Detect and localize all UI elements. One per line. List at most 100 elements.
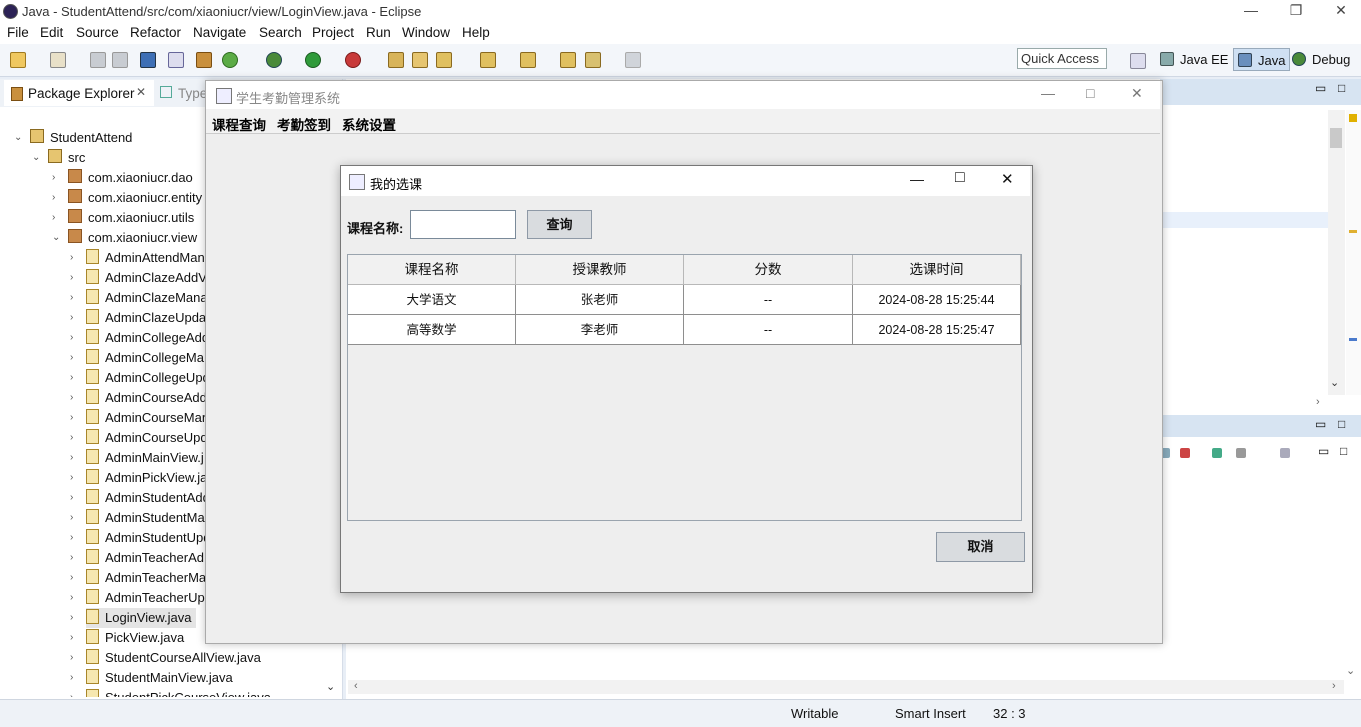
chevron-right-icon[interactable]: › [52,188,55,208]
chevron-down-icon[interactable]: ⌄ [14,128,22,148]
scroll-down-icon[interactable]: ⌄ [1330,376,1339,389]
chevron-right-icon[interactable]: › [70,248,73,268]
menu-project[interactable]: Project [312,25,354,40]
open-type-icon[interactable] [388,52,404,68]
pin-console-icon[interactable] [1212,448,1222,458]
dialog-minimize-icon[interactable]: — [910,171,924,187]
menu-window[interactable]: Window [402,25,450,40]
refresh-icon[interactable] [222,52,238,68]
query-button[interactable]: 查询 [527,210,592,239]
chevron-right-icon[interactable]: › [70,348,73,368]
skip-breakpoints-icon[interactable] [168,52,184,68]
quick-access-input[interactable]: Quick Access [1017,48,1107,69]
minimize-icon[interactable]: — [1236,2,1266,20]
pencil-icon[interactable] [436,52,452,68]
next-annotation-icon[interactable] [480,52,496,68]
scroll-right-icon[interactable]: › [1316,396,1320,408]
editor-vscrollbar[interactable]: ⌄ [1328,110,1345,395]
maximize-view-icon[interactable]: □ [1338,81,1345,95]
table-cell[interactable]: 高等数学 [348,315,516,345]
course-name-input[interactable] [410,210,516,239]
cancel-button[interactable]: 取消 [936,532,1025,562]
table-cell[interactable]: 张老师 [516,285,684,315]
console-icon[interactable] [140,52,156,68]
new-icon[interactable] [10,52,26,68]
open-console-icon[interactable] [1280,448,1290,458]
chevron-right-icon[interactable]: › [70,548,73,568]
chevron-right-icon[interactable]: › [70,688,73,697]
close-tab-icon[interactable]: ✕ [136,85,146,99]
maximize-console-icon[interactable]: □ [1340,444,1347,458]
menu-course-query[interactable]: 课程查询 [212,114,266,134]
forward-icon[interactable] [625,52,641,68]
menu-search[interactable]: Search [259,25,302,40]
editor-scroll-thumb[interactable] [1330,128,1342,148]
debug-icon[interactable] [266,52,282,68]
chevron-right-icon[interactable]: › [70,608,73,628]
table-header-cell[interactable]: 分数 [684,255,853,285]
menu-source[interactable]: Source [76,25,119,40]
menu-run[interactable]: Run [366,25,391,40]
console-hscrollbar[interactable]: ‹ › [348,680,1344,694]
tab-package-explorer[interactable]: Package Explorer ✕ [4,80,154,106]
menu-refactor[interactable]: Refactor [130,25,181,40]
menu-system-settings[interactable]: 系统设置 [342,114,396,134]
menu-help[interactable]: Help [462,25,490,40]
new-project-icon[interactable] [50,52,66,68]
chevron-right-icon[interactable]: › [70,508,73,528]
chevron-right-icon[interactable]: › [70,668,73,688]
warning-marker[interactable] [1349,114,1357,122]
table-header-cell[interactable]: 选课时间 [853,255,1021,285]
table-cell[interactable]: -- [684,315,853,345]
chevron-right-icon[interactable]: › [70,328,73,348]
last-edit-icon[interactable] [560,52,576,68]
save-all-icon[interactable] [112,52,128,68]
tab-type-hierarchy[interactable]: Type [160,86,207,101]
chevron-right-icon[interactable]: › [70,528,73,548]
table-header-cell[interactable]: 课程名称 [348,255,516,285]
minimize-console-icon[interactable]: ▭ [1318,444,1329,458]
chevron-right-icon[interactable]: › [70,268,73,288]
tree-scroll-down-icon[interactable]: ⌄ [326,680,335,693]
main-maximize-icon[interactable]: □ [1086,85,1094,101]
annotation-marker[interactable] [1349,230,1357,233]
chevron-right-icon[interactable]: › [70,468,73,488]
position-marker[interactable] [1349,338,1357,341]
main-minimize-icon[interactable]: — [1041,85,1055,101]
menu-navigate[interactable]: Navigate [193,25,246,40]
chevron-right-icon[interactable]: › [70,368,73,388]
remove-launch-icon[interactable] [1180,448,1190,458]
chevron-right-icon[interactable]: › [70,628,73,648]
chevron-right-icon[interactable]: › [70,648,73,668]
chevron-right-icon[interactable]: › [70,308,73,328]
open-folder-icon[interactable] [412,52,428,68]
chevron-right-icon[interactable]: › [70,408,73,428]
dialog-close-icon[interactable]: ✕ [1001,170,1014,188]
run-icon[interactable] [305,52,321,68]
minimize-view-icon[interactable]: ▭ [1315,81,1326,95]
console-scroll-left-icon[interactable]: ‹ [354,680,358,692]
chevron-right-icon[interactable]: › [70,288,73,308]
chevron-right-icon[interactable]: › [70,388,73,408]
menu-attendance-checkin[interactable]: 考勤签到 [277,114,331,134]
chevron-right-icon[interactable]: › [70,448,73,468]
table-header-cell[interactable]: 授课教师 [516,255,684,285]
build-icon[interactable] [196,52,212,68]
perspective-debug[interactable]: Debug [1292,50,1350,67]
chevron-right-icon[interactable]: › [70,588,73,608]
table-cell[interactable]: 大学语文 [348,285,516,315]
chevron-right-icon[interactable]: › [70,568,73,588]
menu-file[interactable]: File [7,25,29,40]
restore-icon[interactable]: ❐ [1281,2,1311,20]
prev-annotation-icon[interactable] [520,52,536,68]
table-cell[interactable]: 李老师 [516,315,684,345]
save-icon[interactable] [90,52,106,68]
open-perspective-icon[interactable] [1130,53,1146,69]
console-scroll-right-icon[interactable]: › [1332,680,1336,692]
minimize-panel-icon[interactable]: ▭ [1315,417,1326,431]
table-cell[interactable]: 2024-08-28 15:25:44 [853,285,1021,315]
chevron-right-icon[interactable]: › [70,488,73,508]
run-external-icon[interactable] [345,52,361,68]
perspective-java[interactable]: Java [1233,48,1291,71]
perspective-java-ee[interactable]: Java EE [1160,50,1228,67]
